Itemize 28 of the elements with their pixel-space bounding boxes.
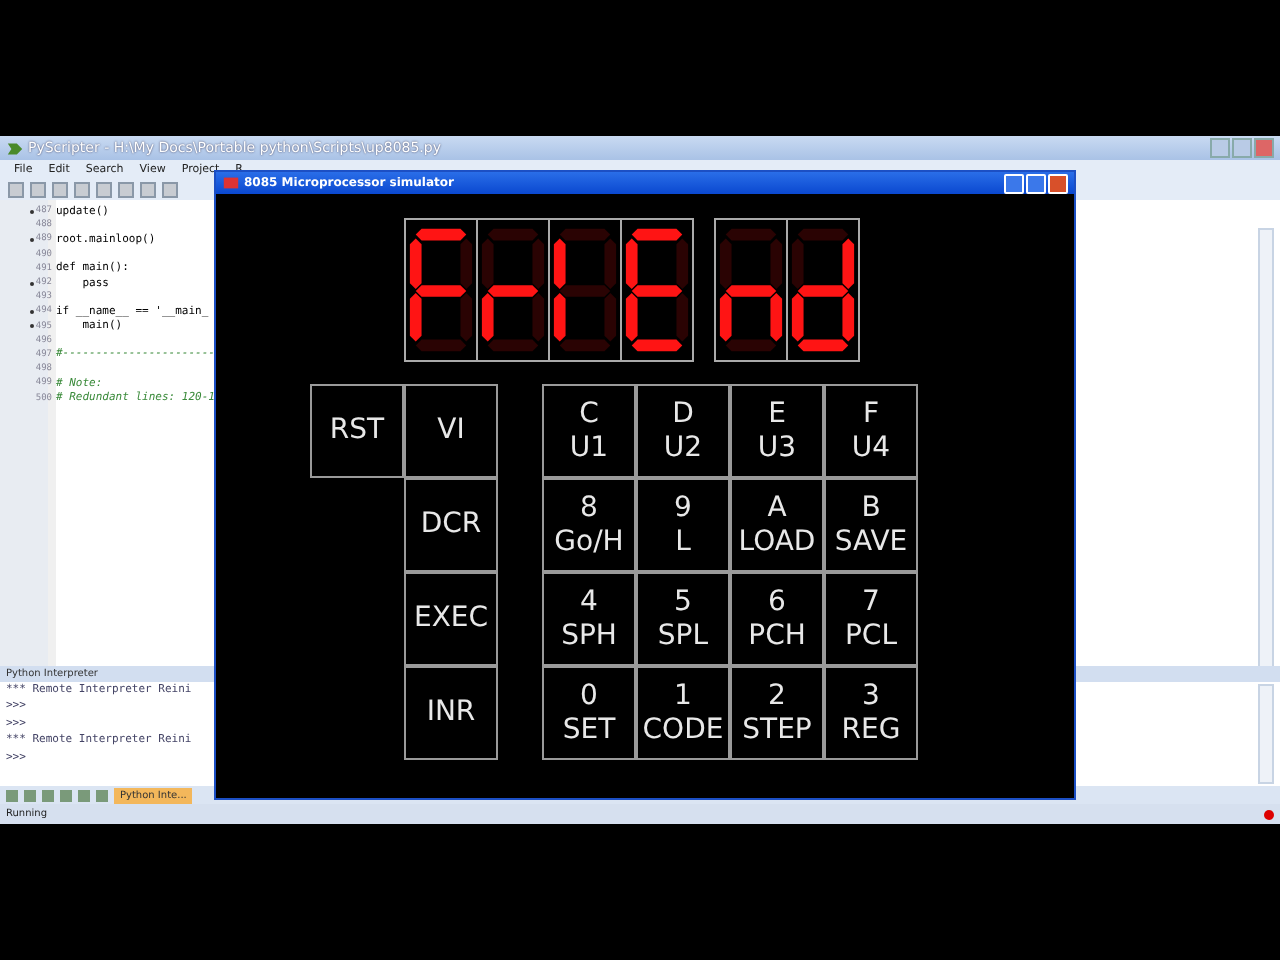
keypad-key[interactable]: 8 Go/H: [542, 478, 636, 572]
keypad-key[interactable]: F U4: [824, 384, 918, 478]
keypad-key[interactable]: 7 PCL: [824, 572, 918, 666]
keypad-key[interactable]: C U1: [542, 384, 636, 478]
app-icon: [222, 174, 240, 192]
keypad-key[interactable]: 9 L: [636, 478, 730, 572]
keypad-key[interactable]: 1 CODE: [636, 666, 730, 760]
keypad-key[interactable]: D U2: [636, 384, 730, 478]
keypad-key[interactable]: 6 PCH: [730, 572, 824, 666]
keypad-key[interactable]: EXEC: [404, 572, 498, 666]
scrollbar[interactable]: [1258, 684, 1274, 784]
keypad-key[interactable]: E U3: [730, 384, 824, 478]
scrollbar[interactable]: [1258, 228, 1274, 670]
status-light-icon: [1264, 809, 1274, 819]
app-icon: [6, 139, 24, 157]
keypad-key[interactable]: 5 SPL: [636, 572, 730, 666]
keypad-key[interactable]: 2 STEP: [730, 666, 824, 760]
keypad-key[interactable]: DCR: [404, 478, 498, 572]
maximize-button[interactable]: [1026, 173, 1046, 193]
keypad-key[interactable]: INR: [404, 666, 498, 760]
keypad-key[interactable]: RST: [310, 384, 404, 478]
restore-button[interactable]: [1232, 138, 1252, 158]
keypad-key[interactable]: VI: [404, 384, 498, 478]
keypad-key[interactable]: 0 SET: [542, 666, 636, 760]
keypad-key[interactable]: 3 REG: [824, 666, 918, 760]
keypad-key[interactable]: B SAVE: [824, 478, 918, 572]
keypad-key[interactable]: 4 SPH: [542, 572, 636, 666]
keypad-key[interactable]: A LOAD: [730, 478, 824, 572]
